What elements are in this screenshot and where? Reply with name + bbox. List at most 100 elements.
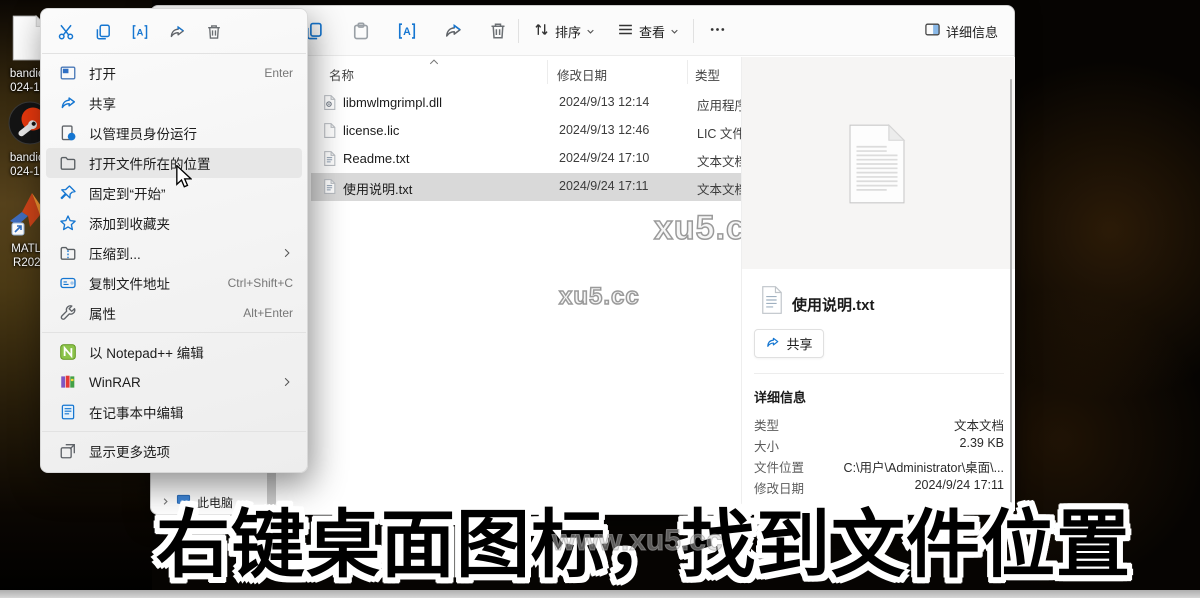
file-row-selected[interactable]: 使用说明.txt 2024/9/24 17:11 文本文档 (311, 173, 741, 201)
details-pane: 使用说明.txt 共享 详细信息 类型 文本文档 大小 2.39 KB 文件位置… (741, 57, 1015, 511)
paste-icon[interactable] (351, 21, 371, 41)
detail-value: 2024/9/24 17:11 (915, 478, 1004, 497)
menu-item-edit-with-notepadpp[interactable]: 以 Notepad++ 编辑 (46, 337, 302, 367)
share-icon[interactable] (168, 23, 186, 41)
rename-icon[interactable]: A (397, 21, 417, 41)
menu-divider (42, 431, 306, 432)
column-header-type[interactable]: 类型 (695, 65, 720, 84)
column-divider[interactable] (547, 60, 548, 84)
menu-item-show-more-options[interactable]: 显示更多选项 (46, 436, 302, 466)
chevron-right-icon (281, 247, 293, 259)
ellipsis-icon (709, 21, 726, 41)
dll-file-icon (321, 94, 338, 114)
watermark: xu5.cc (654, 209, 741, 248)
menu-divider (42, 53, 306, 54)
star-icon (59, 214, 77, 232)
menu-item-add-to-favorites[interactable]: 添加到收藏夹 (46, 208, 302, 238)
detail-row: 文件位置 C:\用户\Administrator\桌面\... (754, 457, 1004, 476)
view-label: 查看 (639, 22, 665, 41)
column-divider[interactable] (687, 60, 688, 84)
detail-label: 类型 (754, 415, 779, 434)
folder-icon (59, 154, 77, 172)
detail-value: 2.39 KB (960, 436, 1004, 455)
menu-item-label: 以管理员身份运行 (89, 123, 197, 143)
menu-item-shortcut: Enter (264, 66, 293, 80)
menu-item-open[interactable]: 打开 Enter (46, 58, 302, 88)
details-title: 详细信息 (754, 387, 806, 406)
menu-item-compress-to[interactable]: 压缩到... (46, 238, 302, 268)
screen: bandica 024-10- bandica 024-10- MATLA R2… (0, 0, 1200, 598)
file-date: 2024/9/24 17:10 (559, 151, 649, 165)
pin-icon (59, 184, 77, 202)
menu-item-pin-to-start[interactable]: 固定到“开始” (46, 178, 302, 208)
svg-text:A: A (137, 27, 144, 38)
share-button[interactable]: 共享 (754, 329, 824, 358)
view-list-icon (617, 21, 634, 41)
svg-text:A: A (403, 26, 411, 38)
menu-item-label: WinRAR (89, 375, 141, 390)
menu-item-shortcut: Alt+Enter (243, 306, 293, 320)
menu-divider (42, 332, 306, 333)
rename-icon[interactable]: A (131, 23, 149, 41)
share-icon (765, 335, 780, 353)
file-type: 文本文档 (697, 179, 741, 198)
file-list: 名称 修改日期 类型 libmwlmgrimpl.dll 2024/9/13 1… (309, 57, 741, 511)
text-file-icon (321, 178, 338, 198)
document-preview-icon (845, 123, 909, 210)
file-type: LIC 文件 (697, 123, 741, 142)
scrollbar[interactable] (1010, 79, 1012, 509)
menu-item-label: 复制文件地址 (89, 273, 170, 293)
delete-icon[interactable] (488, 21, 508, 41)
watermark: www.xu5.cc (552, 524, 723, 558)
detail-label: 文件位置 (754, 457, 804, 476)
watermark: xu5.cc (559, 283, 640, 311)
menu-item-open-file-location[interactable]: 打开文件所在的位置 (46, 148, 302, 178)
run-as-admin-icon (59, 124, 77, 142)
detail-row: 大小 2.39 KB (754, 436, 1004, 455)
divider (754, 373, 1004, 374)
text-file-icon (321, 150, 338, 170)
menu-item-label: 显示更多选项 (89, 441, 170, 461)
menu-item-properties[interactable]: 属性 Alt+Enter (46, 298, 302, 328)
chevron-down-icon (670, 24, 679, 39)
column-header-date[interactable]: 修改日期 (557, 65, 607, 84)
detail-value: 文本文档 (954, 415, 1004, 434)
more-button[interactable] (701, 17, 734, 45)
details-pane-icon (924, 21, 941, 41)
detail-label: 修改日期 (754, 478, 804, 497)
text-file-icon (760, 285, 784, 320)
file-name: 使用说明.txt (343, 179, 412, 198)
menu-item-copy-file-address[interactable]: 复制文件地址 Ctrl+Shift+C (46, 268, 302, 298)
menu-item-label: 以 Notepad++ 编辑 (89, 342, 204, 362)
chevron-down-icon (586, 24, 595, 39)
copy-icon[interactable] (94, 23, 112, 41)
menu-item-run-as-admin[interactable]: 以管理员身份运行 (46, 118, 302, 148)
file-row[interactable]: Readme.txt 2024/9/24 17:10 文本文档 (311, 145, 741, 173)
open-window-icon (59, 64, 77, 82)
menu-item-edit-in-notepad[interactable]: 在记事本中编辑 (46, 397, 302, 427)
menu-item-label: 打开文件所在的位置 (89, 153, 211, 173)
share-icon (59, 94, 77, 112)
file-icon (321, 122, 338, 142)
winrar-icon (59, 373, 77, 391)
column-header-name[interactable]: 名称 (329, 65, 354, 84)
cut-icon[interactable] (57, 23, 75, 41)
delete-icon[interactable] (205, 23, 223, 41)
file-row[interactable]: license.lic 2024/9/13 12:46 LIC 文件 (311, 117, 741, 145)
address-bar-icon (59, 274, 77, 292)
menu-item-winrar[interactable]: WinRAR (46, 367, 302, 397)
toolbar-separator (518, 19, 519, 43)
sort-button[interactable]: 排序 (525, 17, 603, 45)
details-pane-button[interactable]: 详细信息 (916, 17, 1006, 45)
view-button[interactable]: 查看 (609, 17, 687, 45)
detail-row: 类型 文本文档 (754, 415, 1004, 434)
wrench-icon (59, 304, 77, 322)
taskbar-edge (0, 590, 1200, 598)
share-icon[interactable] (443, 21, 463, 41)
file-type: 文本文档 (697, 151, 741, 170)
file-date: 2024/9/13 12:46 (559, 123, 649, 137)
context-menu: A 打开 Enter 共享 以管理员身份运行 打开文件所在的位置 (40, 8, 308, 473)
share-label: 共享 (786, 334, 812, 353)
menu-item-share[interactable]: 共享 (46, 88, 302, 118)
file-row[interactable]: libmwlmgrimpl.dll 2024/9/13 12:14 应用程序扩展 (311, 89, 741, 117)
